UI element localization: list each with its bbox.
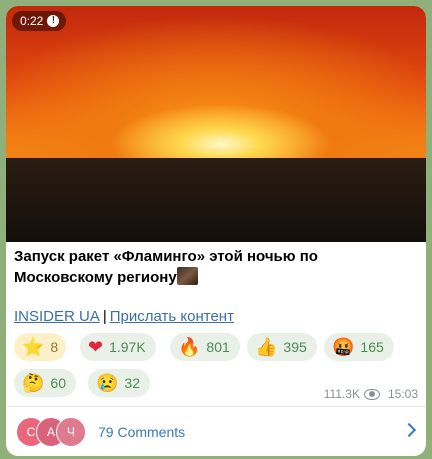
reaction-count: 60 [50, 375, 66, 391]
duration-text: 0:22 [20, 14, 44, 28]
caption-text: Запуск ракет «Фламинго» этой ночью по Мо… [14, 248, 318, 286]
avatar: Ч [56, 416, 86, 447]
reaction-count: 395 [283, 339, 307, 355]
video-horizon [6, 158, 426, 242]
heart-icon: ❤ [88, 337, 104, 357]
channel-link[interactable]: INSIDER UA [14, 308, 100, 325]
reaction-fire[interactable]: 🔥 801 [170, 333, 240, 361]
submit-content-link[interactable]: Прислать контент [110, 308, 234, 325]
reaction-angry[interactable]: 🤬 165 [324, 333, 394, 361]
reaction-count: 801 [206, 339, 230, 355]
reaction-thumbs-up[interactable]: 👍 395 [247, 333, 317, 361]
star-icon: ⭐ [22, 337, 45, 357]
link-separator: | [102, 308, 107, 325]
reaction-count: 165 [360, 339, 384, 355]
thinking-face-icon: 🤔 [22, 373, 45, 393]
thumbs-up-icon: 👍 [255, 337, 278, 357]
message-meta: 111.3K 15:03 [324, 387, 418, 401]
reaction-star[interactable]: ⭐ 8 [14, 333, 66, 361]
message-card: 0:22 ! Запуск ракет «Фламинго» этой ночь… [6, 6, 426, 456]
muted-icon[interactable]: ! [47, 15, 60, 27]
comments-label[interactable]: 79 Comments [98, 424, 185, 440]
fire-icon: 🔥 [178, 337, 201, 357]
reaction-heart[interactable]: ❤ 1.97K [80, 333, 156, 361]
angry-face-icon: 🤬 [332, 337, 355, 357]
chevron-right-icon[interactable] [401, 422, 417, 438]
message-links: INSIDER UA | Прислать контент [14, 308, 234, 325]
video-duration-badge: 0:22 ! [12, 11, 67, 31]
comments-bar[interactable]: С А Ч 79 Comments [6, 407, 426, 456]
view-count: 111.3K [323, 387, 360, 401]
reaction-count: 32 [124, 375, 140, 391]
reaction-count: 8 [50, 339, 59, 355]
crying-face-icon: 😢 [96, 373, 119, 393]
message-time: 15:03 [387, 387, 418, 401]
video-preview[interactable]: 0:22 ! [6, 6, 426, 242]
commenter-avatars: С А Ч [16, 416, 96, 447]
reaction-crying[interactable]: 😢 32 [88, 369, 150, 397]
message-caption: Запуск ракет «Фламинго» этой ночью по Мо… [14, 246, 414, 288]
reaction-thinking[interactable]: 🤔 60 [14, 369, 76, 397]
custom-emoji-icon [176, 267, 198, 285]
eye-icon [363, 388, 380, 400]
reaction-count: 1.97K [109, 339, 146, 355]
